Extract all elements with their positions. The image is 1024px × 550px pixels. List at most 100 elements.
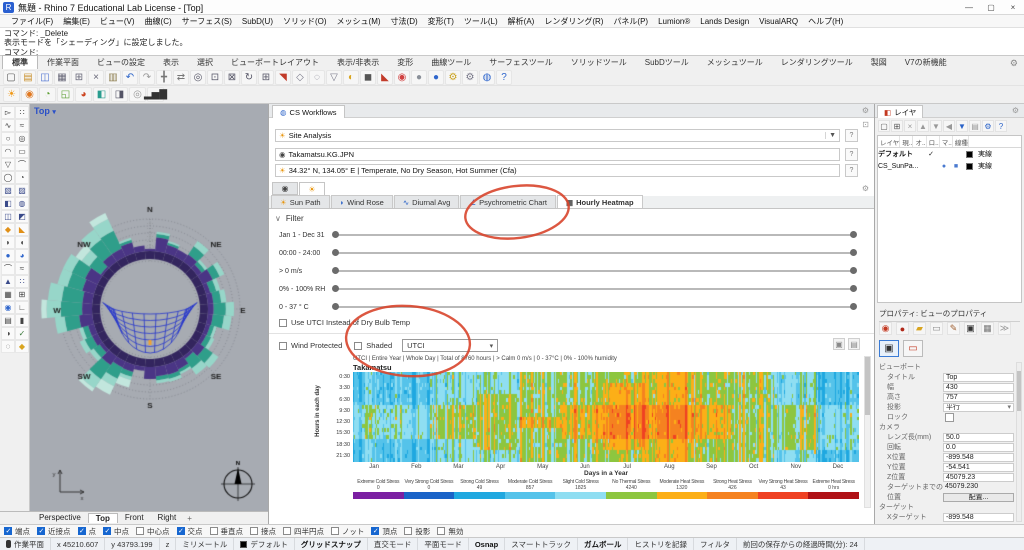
checkbox[interactable] (4, 527, 12, 535)
layer-row[interactable]: デフォルト ✓ ● ■ 実線 (878, 148, 1021, 160)
copy-tool-icon[interactable]: ⊞ (15, 288, 29, 301)
layer-on-bulb-icon[interactable]: ● (938, 163, 950, 170)
circle-icon[interactable]: ○ (1, 132, 15, 145)
checkbox[interactable] (250, 527, 258, 535)
toolbar-tab[interactable]: 表示/非表示 (328, 56, 388, 69)
layer-name[interactable]: CS_SunPa... (878, 163, 924, 170)
scrollbar-thumb[interactable] (865, 357, 870, 415)
layer-name[interactable]: デフォルト (878, 149, 924, 159)
menu-item[interactable]: ヘルプ(H) (803, 16, 848, 27)
menu-item[interactable]: 変形(T) (423, 16, 459, 27)
slider-handle-max[interactable] (850, 267, 857, 274)
location-help-button[interactable]: ? (845, 148, 858, 161)
layer-color-swatch[interactable] (966, 151, 973, 158)
slider-handle-min[interactable] (332, 267, 339, 274)
properties-scrollbar[interactable] (1016, 362, 1022, 522)
print-chart-icon[interactable]: ▤ (848, 338, 860, 350)
checkbox[interactable] (37, 527, 45, 535)
climate-help-button[interactable]: ? (845, 164, 858, 177)
osnap-toggle[interactable]: 中心点 (136, 526, 170, 537)
property-value[interactable]: 0.0 (943, 443, 1014, 452)
menu-item[interactable]: 曲線(C) (140, 16, 177, 27)
viewport-tab[interactable]: Perspective (32, 513, 88, 523)
property-value[interactable]: -899.548 (943, 513, 1014, 522)
menu-item[interactable]: 寸法(D) (386, 16, 423, 27)
menu-item[interactable]: メッシュ(M) (332, 16, 386, 27)
subtab-gear-icon[interactable]: ⚙ (862, 184, 869, 193)
slider-handle-min[interactable] (332, 249, 339, 256)
toolbar-tab[interactable]: サーフェスツール (480, 56, 562, 69)
viewport-props-button[interactable]: ▣ (879, 340, 899, 357)
climate-row[interactable]: ☀ 34.32° N, 134.05° E | Temperate, No Dr… (275, 164, 840, 177)
osnap-toggle[interactable]: 投影 (404, 526, 430, 537)
toolbar-tab[interactable]: 曲線ツール (422, 56, 480, 69)
toolbar-tab[interactable]: レンダリングツール (772, 56, 862, 69)
status-cell[interactable]: Osnap (469, 538, 505, 550)
sun-analysis-subtab[interactable]: ☀ (299, 182, 325, 195)
status-cell[interactable]: z (160, 538, 177, 550)
slider-track[interactable] (333, 252, 856, 254)
checkbox[interactable] (404, 527, 412, 535)
status-cell[interactable]: 前回の保存からの経過時間(分): 24 (737, 538, 865, 550)
render-icon[interactable]: ◣ (377, 70, 393, 85)
toolbar-tab[interactable]: SubDツール (636, 56, 698, 69)
osnap-toggle[interactable]: 垂直点 (210, 526, 244, 537)
zoom-window-icon[interactable]: ⊡ (207, 70, 223, 85)
panel-expand-icon[interactable]: ⊡ (862, 120, 869, 129)
panel-gear-icon[interactable]: ⚙ (862, 106, 869, 115)
menu-item[interactable]: サーフェス(S) (177, 16, 237, 27)
status-cell[interactable]: 平面モード (418, 538, 469, 550)
layers-column-header[interactable]: レイヤ (878, 136, 900, 147)
paint-tool-icon[interactable]: ◆ (15, 340, 29, 353)
boolean-diff-icon[interactable]: ◣ (15, 223, 29, 236)
osnap-toggle[interactable]: 交点 (177, 526, 203, 537)
lock-icon[interactable]: ◼ (360, 70, 376, 85)
status-cell[interactable]: 直交モード (368, 538, 419, 550)
viewport-tab[interactable]: Right (151, 513, 184, 523)
property-value[interactable]: 430 (943, 383, 1014, 392)
new-viewport-icon[interactable]: + (183, 514, 192, 523)
property-value[interactable]: 平行 (943, 403, 1014, 412)
command-area[interactable]: コマンド: _Delete 表示モードを「シェーディング」に設定しました。 コマ… (0, 28, 1024, 56)
move-down-icon[interactable]: ▼ (930, 120, 942, 132)
current-layer-check-icon[interactable]: ✓ (924, 150, 938, 158)
rotate-view-icon[interactable]: ↻ (241, 70, 257, 85)
freeform-curve-icon[interactable]: ⌒ (15, 158, 29, 171)
toolbar-tab[interactable]: ビューポートレイアウト (222, 56, 328, 69)
chart-tab[interactable]: ☀ Sun Path (271, 195, 330, 208)
menu-item[interactable]: 解析(A) (503, 16, 540, 27)
cs-workflows-tab[interactable]: ◍ CS Workflows (272, 105, 345, 118)
maximize-button[interactable]: ▢ (980, 0, 1002, 14)
grid-tool-icon[interactable]: ▤ (1, 314, 15, 327)
property-value[interactable]: 50.0 (943, 433, 1014, 442)
extrude-icon[interactable]: ◫ (1, 210, 15, 223)
toolbar-tab[interactable]: 標準 (2, 55, 38, 69)
redo-icon[interactable]: ↷ (139, 70, 155, 85)
layers-column-header[interactable]: オ.. (913, 136, 926, 147)
tools-gear-icon[interactable]: ⚙ (462, 70, 478, 85)
mesh-tool-icon[interactable]: ◌ (1, 340, 15, 353)
status-cell[interactable]: フィルタ (694, 538, 737, 550)
array-icon[interactable]: ∷ (15, 275, 29, 288)
viewport-title[interactable]: Top ▾ (34, 106, 56, 116)
menu-item[interactable]: ツール(L) (459, 16, 503, 27)
sun-cloud-icon[interactable]: ☀ (3, 87, 20, 102)
top-viewport[interactable]: Top ▾ (30, 104, 268, 511)
property-value[interactable]: Top (943, 373, 1014, 382)
checkbox[interactable] (331, 527, 339, 535)
close-button[interactable]: × (1002, 0, 1024, 14)
checkbox[interactable] (78, 527, 86, 535)
property-value[interactable]: -899.548 (943, 453, 1014, 462)
status-cell[interactable]: ヒストリを記録 (628, 538, 694, 550)
osnap-toggle[interactable]: 点 (78, 526, 97, 537)
toolbar-tab[interactable]: 作業平面 (38, 56, 88, 69)
status-cell[interactable]: ミリメートル (176, 538, 234, 550)
ellipse-icon[interactable]: ◯ (1, 171, 15, 184)
camera-icon[interactable]: ▣ (964, 322, 977, 335)
point-icon[interactable]: ∷ (15, 106, 29, 119)
print-icon[interactable]: ▦ (54, 70, 70, 85)
delete-layer-icon[interactable]: × (904, 120, 916, 132)
layers-gear-icon[interactable]: ⚙ (1012, 106, 1019, 115)
array-grid-icon[interactable]: ▦ (1, 288, 15, 301)
display-mode-icon[interactable]: ◉ (879, 322, 892, 335)
